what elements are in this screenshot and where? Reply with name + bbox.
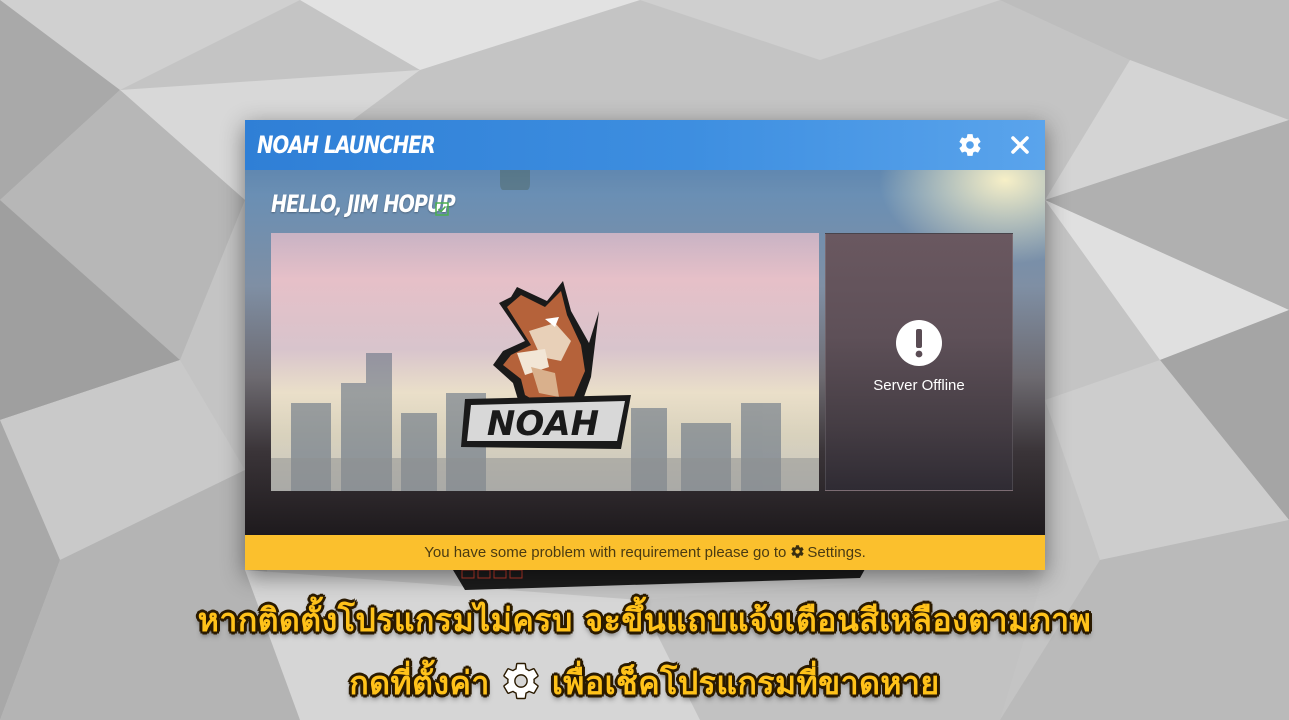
logo-text: NOAH	[487, 404, 599, 444]
close-button[interactable]	[1007, 132, 1033, 158]
title-bar: NOAH LAUNCHER	[245, 120, 1045, 170]
close-icon	[1011, 136, 1029, 154]
gear-icon	[959, 134, 981, 156]
noah-wolf-logo: NOAH	[461, 281, 631, 449]
caption-line-2-before: กดที่ตั้งค่า	[349, 664, 490, 702]
settings-link[interactable]: Settings.	[807, 544, 865, 561]
banner-image: NOAH	[271, 233, 819, 491]
exclamation-circle-icon	[896, 320, 942, 366]
caption-line-2: กดที่ตั้งค่า เพื่อเช็คโปรแกรมที่ขาดหาย	[0, 658, 1289, 709]
app-title: NOAH LAUNCHER	[257, 131, 436, 159]
warning-text: You have some problem with requirement p…	[424, 544, 787, 561]
greeting-text: HELLO, JIM HOPUP	[271, 190, 456, 218]
launcher-window: NOAH LAUNCHER HELLO, JIM HOPUP NOAH Serv…	[245, 120, 1045, 570]
server-status-panel: Server Offline	[825, 233, 1013, 491]
caption-line-2-after: เพื่อเช็คโปรแกรมที่ขาดหาย	[551, 664, 940, 702]
gear-icon	[791, 545, 804, 558]
check-box-icon	[435, 202, 449, 216]
server-status-text: Server Offline	[873, 377, 965, 394]
caption-line-1: หากติดตั้งโปรแกรมไม่ครบ จะขึ้นแถบแจ้งเตื…	[197, 601, 1092, 639]
gear-icon	[503, 662, 539, 700]
settings-button[interactable]	[957, 132, 983, 158]
requirement-warning-bar: You have some problem with requirement p…	[245, 535, 1045, 570]
